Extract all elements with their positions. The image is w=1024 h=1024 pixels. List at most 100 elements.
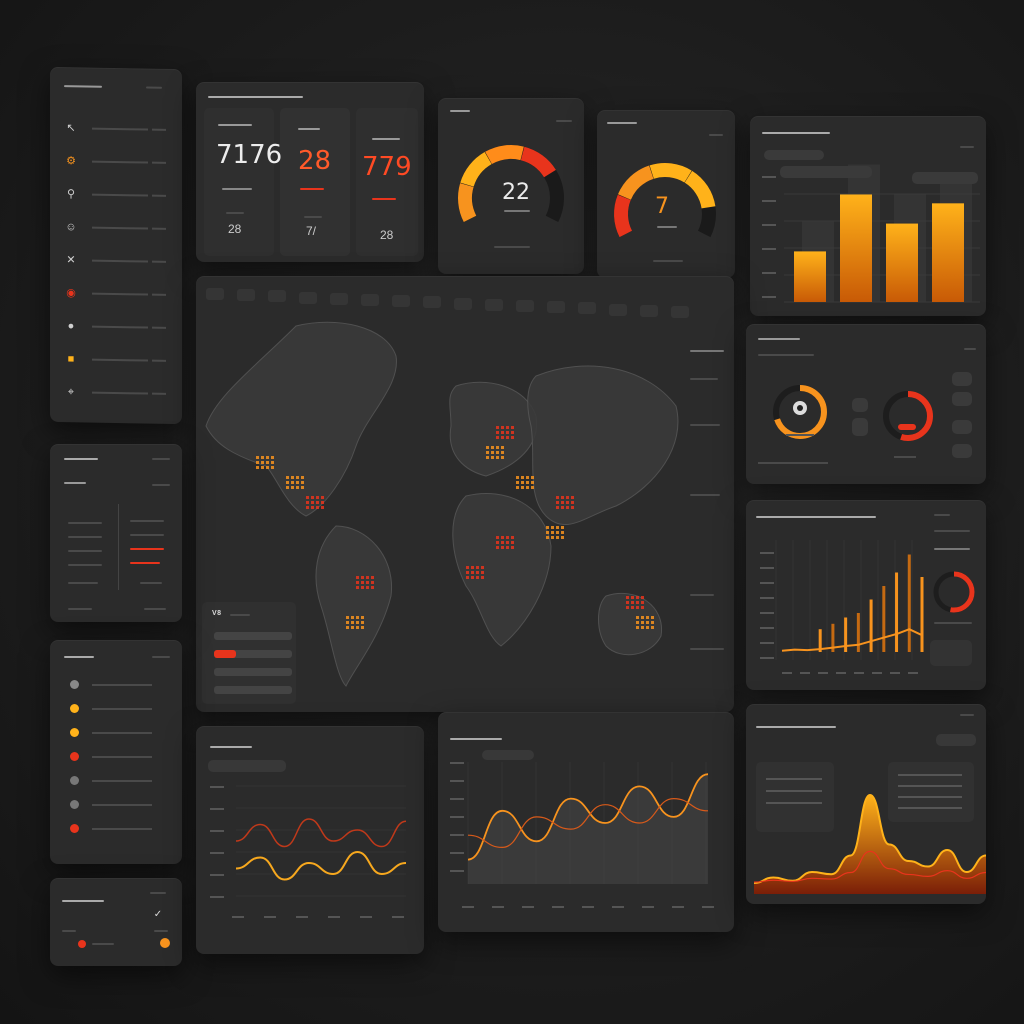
- map-side-label-2: [690, 378, 718, 380]
- donut-toggle-6[interactable]: [952, 444, 972, 458]
- list-item[interactable]: [60, 822, 174, 836]
- map-hotspot-cell: [501, 541, 504, 544]
- bar-chart-bar: [932, 203, 964, 302]
- gauge-fill-segment: [617, 165, 654, 201]
- cursor-icon: ↖: [66, 122, 76, 135]
- map-hotspot-cell: [561, 536, 564, 539]
- map-hotspot-cell: [551, 536, 554, 539]
- map-legend-row-2: [214, 650, 292, 658]
- map-hotspot-cell: [466, 566, 469, 569]
- spike-chart-bar: [856, 613, 860, 652]
- sidebar-item-label: [92, 160, 148, 164]
- bar-chart-tick: [762, 176, 776, 178]
- map-hotspot-cell: [496, 456, 499, 459]
- donut-toggle-2[interactable]: [852, 418, 868, 436]
- map-hotspot-cell: [351, 621, 354, 624]
- chat-icon: ■: [67, 353, 75, 366]
- bar-chart: [762, 164, 980, 303]
- list-item[interactable]: [60, 774, 174, 788]
- map-hotspot-cell: [546, 526, 549, 529]
- map-hotspot-cell: [496, 431, 499, 434]
- bar-chart-tick: [762, 272, 776, 274]
- list-item[interactable]: [60, 750, 174, 764]
- line-chart-2-ytick: [450, 852, 464, 854]
- sidebar-title-meta: [146, 86, 162, 89]
- sidebar-item-meta: [152, 194, 166, 197]
- sidebar-item[interactable]: ■: [58, 350, 174, 370]
- sidebar-item[interactable]: ↖: [58, 119, 174, 139]
- kpi-3-sub: [372, 198, 396, 200]
- map-hotspot-cell: [651, 616, 654, 619]
- world-map-panel: V8: [196, 276, 734, 712]
- gauge-fill-segment: [485, 145, 524, 165]
- map-hotspot-cell: [501, 436, 504, 439]
- map-hotspot-cell: [511, 546, 514, 549]
- sidebar-item[interactable]: ⚲: [58, 185, 174, 205]
- map-hotspot-cell: [361, 576, 364, 579]
- list-item-status-dot: [70, 776, 79, 785]
- map-hotspot-cell: [636, 621, 639, 624]
- map-hotspot-cell: [556, 536, 559, 539]
- line-chart-2-xtick: [462, 906, 474, 908]
- list-panel: [50, 640, 182, 864]
- bar-chart-bar: [794, 251, 826, 302]
- stats-footer-b: [140, 582, 162, 584]
- map-side-label-6: [690, 648, 724, 650]
- map-hotspot-cell: [261, 456, 264, 459]
- map-hotspot-cell: [626, 601, 629, 604]
- gauge-2-caption: [657, 226, 677, 228]
- list-item[interactable]: [60, 702, 174, 716]
- map-hotspot-cell: [271, 466, 274, 469]
- spike-chart-side-button[interactable]: [930, 640, 972, 666]
- donut-panel: [746, 324, 986, 484]
- sidebar-item[interactable]: ●: [58, 317, 174, 337]
- mini-panel-line-1: [62, 930, 76, 932]
- map-hotspot-cell: [306, 496, 309, 499]
- map-hotspot-cell: [506, 426, 509, 429]
- user-icon: ☺: [65, 221, 77, 234]
- kpi-value-1: 7176: [216, 140, 283, 170]
- map-hotspot-cell: [356, 581, 359, 584]
- sidebar-item[interactable]: ☺: [58, 218, 174, 238]
- donut-toggle-5[interactable]: [952, 420, 972, 434]
- mini-panel-line-3: [92, 943, 114, 945]
- spike-chart-ytick: [760, 627, 774, 629]
- line-chart-2-ytick: [450, 798, 464, 800]
- line-chart-2-ytick: [450, 834, 464, 836]
- sidebar-item[interactable]: ⌖: [58, 383, 174, 403]
- list-item[interactable]: [60, 678, 174, 692]
- stats-row-1-b: [130, 520, 164, 522]
- map-hotspot-cell: [316, 496, 319, 499]
- sidebar-item[interactable]: ✕: [58, 251, 174, 271]
- sidebar-item-label: [92, 127, 148, 131]
- sidebar-item[interactable]: ⚙: [58, 152, 174, 172]
- stats-panel-meta: [152, 458, 170, 460]
- map-hotspot-cell: [501, 426, 504, 429]
- map-hotspot-cell: [571, 501, 574, 504]
- sidebar-item[interactable]: ◉: [58, 284, 174, 304]
- map-hotspot-cell: [526, 476, 529, 479]
- spike-chart-xtick: [836, 672, 846, 674]
- map-hotspot-cell: [521, 476, 524, 479]
- map-hotspot-cell: [266, 456, 269, 459]
- list-item[interactable]: [60, 726, 174, 740]
- area-chart-info-line-2: [898, 796, 962, 798]
- stats-row-2-b: [130, 534, 164, 536]
- map-hotspot-cell: [316, 506, 319, 509]
- map-hotspot-cell: [371, 586, 374, 589]
- map-hotspot-cell: [641, 606, 644, 609]
- list-item[interactable]: [60, 798, 174, 812]
- donut-2-badge: [898, 424, 916, 430]
- line-chart-1: [210, 785, 407, 918]
- mini-status-dot-orange: [160, 938, 170, 948]
- map-hotspot-cell: [631, 601, 634, 604]
- map-hotspot-cell: [636, 616, 639, 619]
- donut-toggle-4[interactable]: [952, 392, 972, 406]
- stats-panel: [50, 444, 182, 622]
- sidebar-item-meta: [152, 293, 166, 296]
- map-hotspot-cell: [346, 621, 349, 624]
- map-hotspot-cell: [561, 501, 564, 504]
- map-side-label-5: [690, 594, 714, 596]
- donut-toggle-1[interactable]: [852, 398, 868, 412]
- donut-toggle-3[interactable]: [952, 372, 972, 386]
